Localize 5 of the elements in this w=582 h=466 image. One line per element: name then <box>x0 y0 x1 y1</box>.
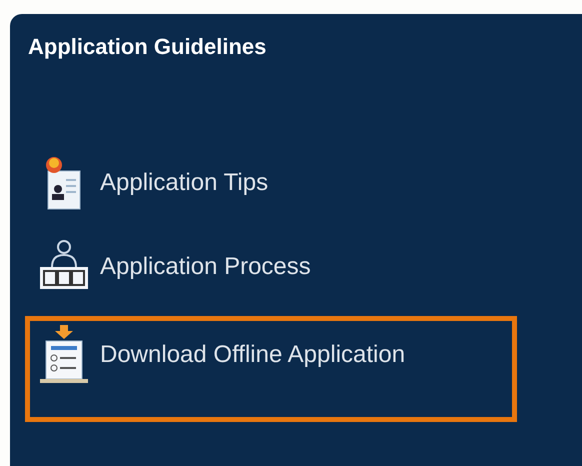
panel-title: Application Guidelines <box>28 34 268 60</box>
guideline-link[interactable]: Application Process <box>25 232 517 302</box>
guideline-link[interactable]: Download Offline Application <box>25 316 517 422</box>
guideline-link[interactable]: Application Tips <box>25 148 517 218</box>
download-form-icon <box>38 325 90 385</box>
